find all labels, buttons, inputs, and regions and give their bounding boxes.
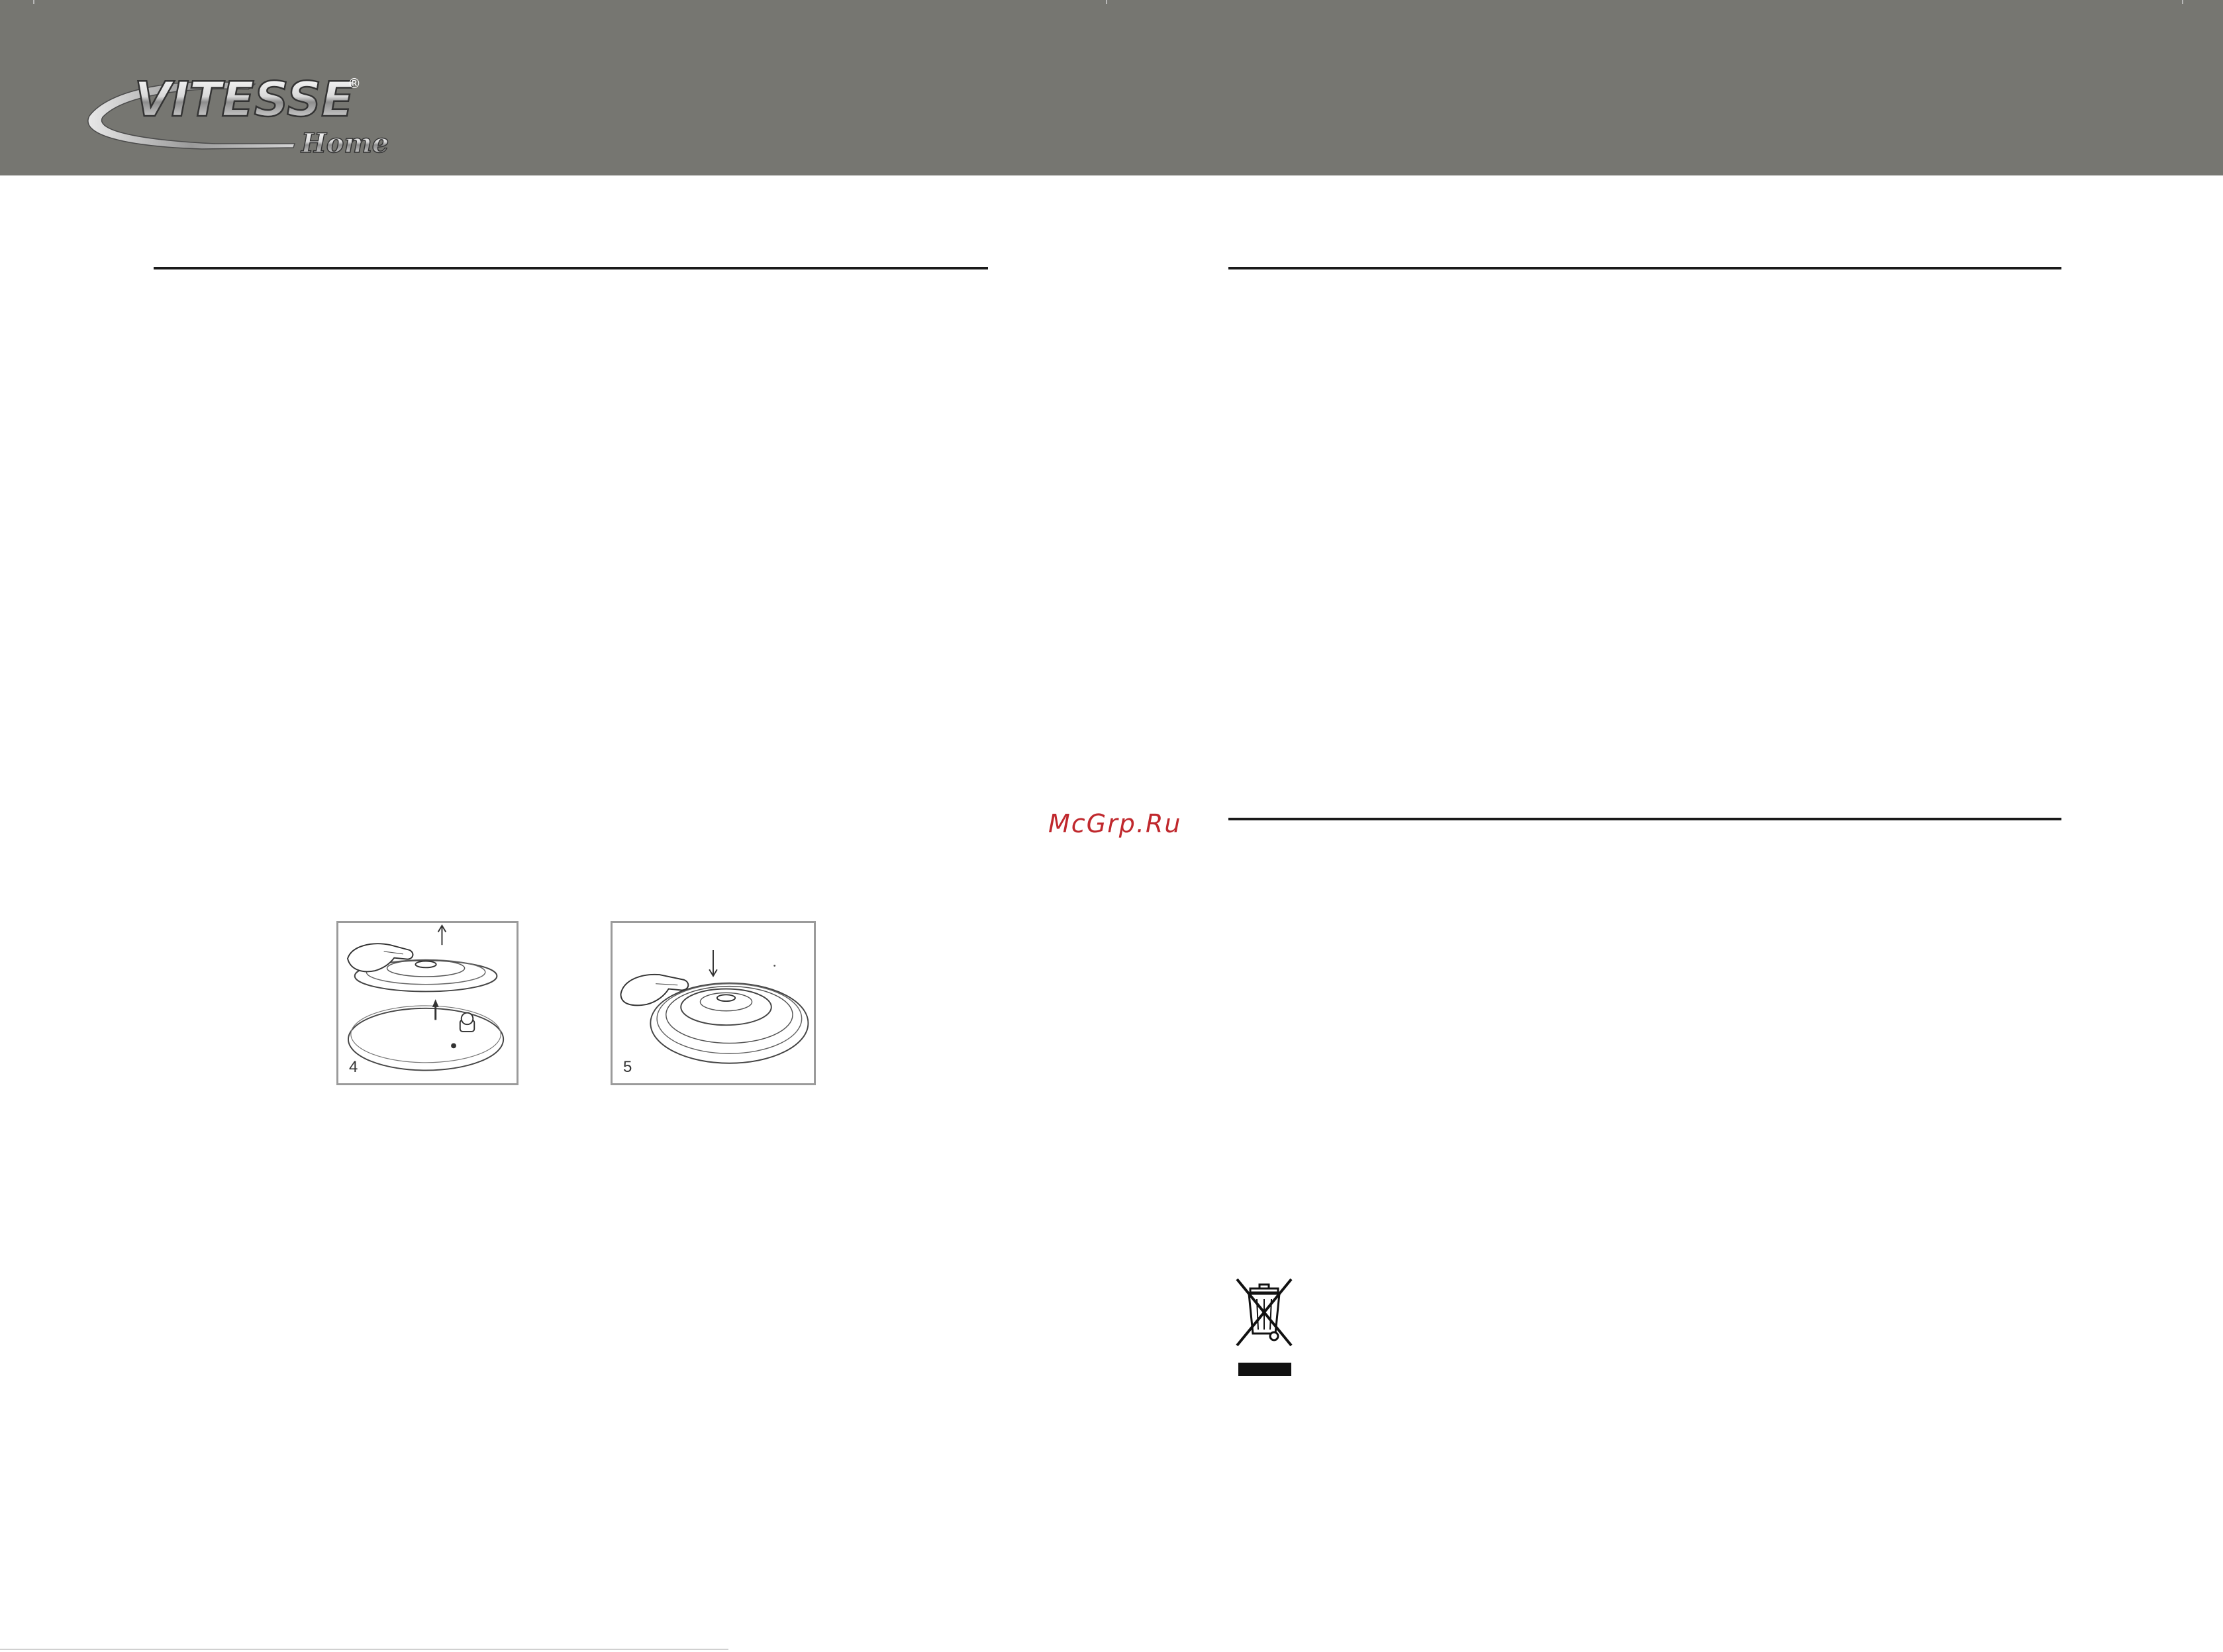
right-section-rule-top [1228, 267, 2061, 269]
brand-sub: Home [301, 128, 389, 159]
figure-number: 5 [623, 1058, 632, 1076]
header-band: VITESSE ® Home [0, 0, 2223, 175]
figure-number: 4 [349, 1058, 358, 1076]
registered-mark: ® [348, 75, 361, 91]
crop-mark [2182, 0, 2183, 4]
crop-mark [33, 0, 34, 4]
left-section-rule [154, 267, 988, 269]
bottom-crop-line [0, 1649, 728, 1650]
lid-press-down-illustration [620, 949, 809, 1064]
figure-4: 4 [336, 921, 519, 1085]
vitesse-home-logo: VITESSE ® Home [87, 71, 389, 160]
crossed-out-wheelie-bin-icon [1236, 1278, 1293, 1376]
lid-lift-up-illustration [346, 924, 505, 1071]
brand-name: VITESSE [134, 72, 354, 127]
crop-mark [1106, 0, 1107, 4]
watermark-text: McGrp.Ru [1048, 809, 1182, 838]
right-section-rule-middle [1228, 818, 2061, 820]
figure-5: 5 [611, 921, 816, 1085]
